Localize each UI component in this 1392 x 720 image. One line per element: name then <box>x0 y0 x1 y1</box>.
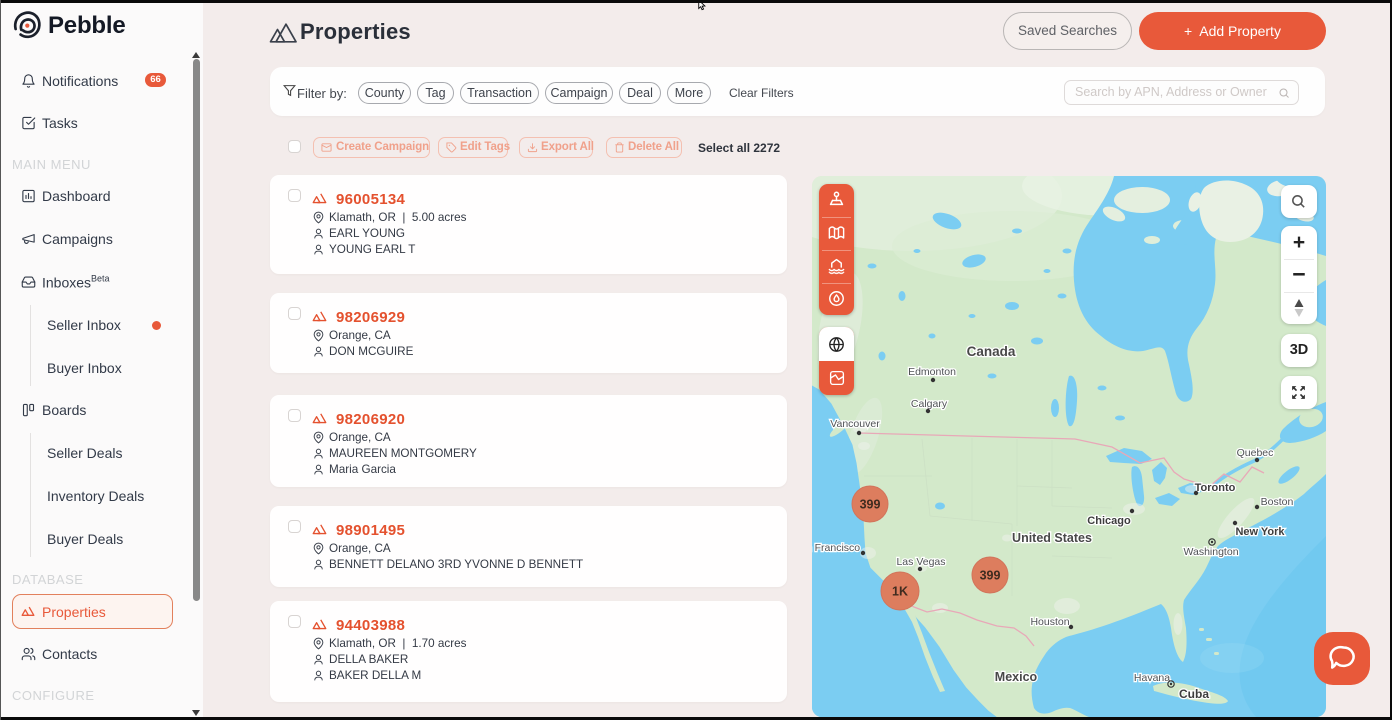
svg-text:United States: United States <box>1012 531 1092 545</box>
svg-text:399: 399 <box>980 569 1001 583</box>
svg-text:1K: 1K <box>892 585 908 599</box>
svg-text:399: 399 <box>860 498 881 512</box>
svg-text:Canada: Canada <box>967 344 1016 359</box>
svg-text:Cuba: Cuba <box>1179 687 1209 701</box>
svg-text:New York: New York <box>1235 526 1285 538</box>
svg-text:Washington: Washington <box>1183 546 1238 558</box>
svg-text:Calgary: Calgary <box>911 398 948 410</box>
svg-text:Toronto: Toronto <box>1195 482 1236 494</box>
svg-text:Mexico: Mexico <box>995 670 1038 684</box>
svg-text:Quebec: Quebec <box>1237 447 1274 459</box>
svg-text:Edmonton: Edmonton <box>908 366 956 378</box>
svg-text:n Francisco: n Francisco <box>812 542 860 554</box>
svg-text:Havana: Havana <box>1134 672 1170 684</box>
svg-text:Las Vegas: Las Vegas <box>896 556 945 568</box>
svg-text:Chicago: Chicago <box>1087 515 1131 527</box>
svg-text:Houston: Houston <box>1030 616 1069 628</box>
svg-text:Boston: Boston <box>1261 496 1294 508</box>
svg-text:Vancouver: Vancouver <box>830 418 880 430</box>
